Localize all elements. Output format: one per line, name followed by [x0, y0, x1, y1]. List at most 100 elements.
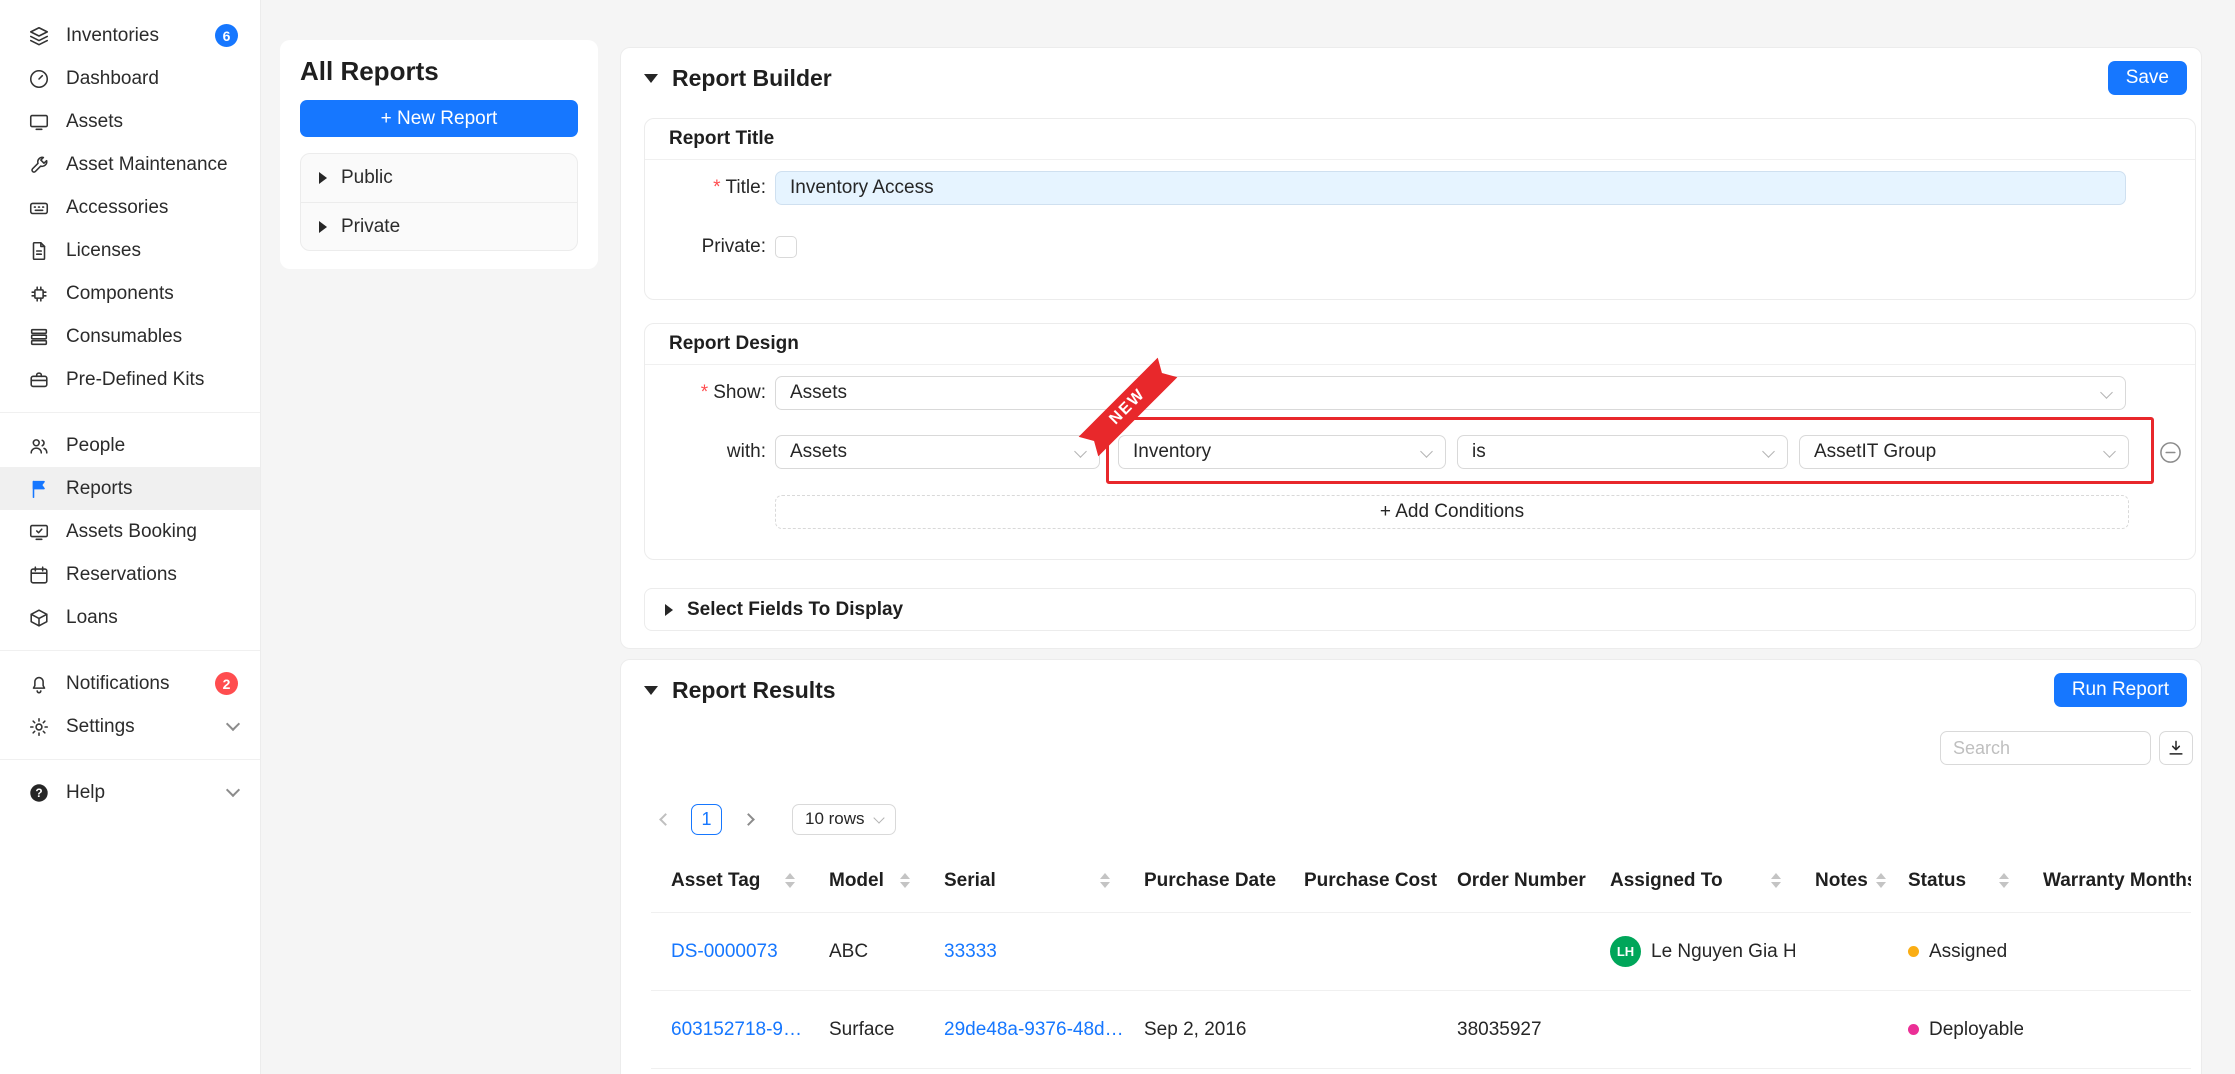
chevron-left-icon [659, 813, 672, 826]
column-header-asset-tag[interactable]: Asset Tag [651, 849, 809, 912]
caret-right-icon [319, 221, 327, 233]
app-window: Inventories 6 Dashboard Assets Asset Mai… [0, 0, 2235, 1074]
chevron-down-icon [2103, 445, 2116, 458]
private-reports-group[interactable]: Private [301, 202, 577, 250]
purchase-date-cell: Sep 2, 2016 [1124, 991, 1284, 1068]
keyboard-icon [28, 197, 50, 219]
sidebar-item-label: Reservations [66, 564, 177, 586]
page-number-button[interactable]: 1 [691, 804, 722, 835]
show-select[interactable]: Assets [775, 376, 2126, 410]
all-reports-panel: All Reports + New Report Public Private [280, 40, 598, 269]
new-report-button[interactable]: + New Report [300, 100, 578, 137]
save-button[interactable]: Save [2108, 61, 2187, 95]
download-button[interactable] [2159, 731, 2193, 765]
search-input[interactable] [1940, 731, 2151, 765]
add-conditions-button[interactable]: + Add Conditions [775, 495, 2129, 529]
sidebar-item-consumables[interactable]: Consumables [0, 315, 260, 358]
sidebar-item-label: Reports [66, 478, 133, 500]
column-header-status[interactable]: Status [1888, 849, 2023, 912]
sidebar-item-settings[interactable]: Settings [0, 705, 260, 748]
serial-link[interactable]: 29de48a-9376-48dc-... [944, 1019, 1124, 1041]
private-checkbox[interactable] [775, 236, 797, 258]
column-label: Serial [944, 870, 996, 892]
asset-tag-link[interactable]: DS-0000073 [671, 941, 778, 963]
required-mark: * [713, 177, 720, 199]
asset-tag-link[interactable]: 603152718-9123 [671, 1019, 809, 1041]
run-report-button[interactable]: Run Report [2054, 673, 2187, 707]
remove-condition-button[interactable] [2159, 441, 2182, 464]
sidebar-item-label: Loans [66, 607, 118, 629]
status-label: Deployable [1929, 1019, 2023, 1041]
svg-text:?: ? [35, 785, 42, 799]
serial-link[interactable]: 33333 [944, 941, 997, 963]
order-number-cell: 38035927 [1437, 991, 1590, 1068]
column-header-order-number[interactable]: Order Number [1437, 849, 1590, 912]
sort-icon[interactable] [1771, 873, 1781, 888]
public-reports-group[interactable]: Public [301, 154, 577, 202]
column-header-assigned-to[interactable]: Assigned To [1590, 849, 1795, 912]
sidebar-item-people[interactable]: People [0, 424, 260, 467]
sort-icon[interactable] [900, 873, 910, 888]
title-label: * Title: [645, 171, 766, 205]
show-label: * Show: [645, 376, 766, 410]
sidebar-item-reports[interactable]: Reports [0, 467, 260, 510]
flag-icon [28, 478, 50, 500]
condition-field-select[interactable]: Inventory [1118, 435, 1446, 469]
collapse-caret-icon [644, 686, 658, 695]
collapse-caret-icon [644, 74, 658, 83]
column-header-purchase-cost[interactable]: Purchase Cost [1284, 849, 1437, 912]
sidebar-item-assets-booking[interactable]: Assets Booking [0, 510, 260, 553]
sidebar-item-reservations[interactable]: Reservations [0, 553, 260, 596]
purchase-cost-cell [1284, 913, 1437, 990]
chevron-down-icon [2100, 386, 2113, 399]
condition-operator-select[interactable]: is [1457, 435, 1788, 469]
sidebar-item-components[interactable]: Components [0, 272, 260, 315]
sidebar-item-accessories[interactable]: Accessories [0, 186, 260, 229]
sidebar-item-asset-maintenance[interactable]: Asset Maintenance [0, 143, 260, 186]
assets-icon [28, 111, 50, 133]
column-header-warranty-months[interactable]: Warranty Months [2023, 849, 2191, 912]
report-builder-header[interactable]: Report Builder Save [621, 48, 2201, 108]
report-groups: Public Private [300, 153, 578, 251]
sidebar-item-notifications[interactable]: Notifications 2 [0, 662, 260, 705]
sort-icon[interactable] [1876, 873, 1886, 888]
rows-per-page-select[interactable]: 10 rows [792, 804, 896, 835]
purchase-cost-cell [1284, 991, 1437, 1068]
next-page-button[interactable] [734, 805, 762, 833]
with-entity-select[interactable]: Assets [775, 435, 1100, 469]
sidebar-item-help[interactable]: ? Help [0, 771, 260, 814]
divider [645, 159, 2195, 160]
condition-value-select[interactable]: AssetIT Group [1799, 435, 2129, 469]
sidebar-item-licenses[interactable]: Licenses [0, 229, 260, 272]
status-dot [1908, 1024, 1919, 1035]
select-fields-toggle[interactable]: Select Fields To Display [644, 588, 2196, 631]
title-input[interactable] [775, 171, 2126, 205]
report-title-section: Report Title * Title: Private: [644, 118, 2196, 300]
table-row: 603152718-9123 Surface 29de48a-9376-48dc… [651, 991, 2191, 1069]
model-cell: ABC [809, 913, 924, 990]
column-header-serial[interactable]: Serial [924, 849, 1124, 912]
sidebar-item-pre-defined-kits[interactable]: Pre-Defined Kits [0, 358, 260, 401]
status-label: Assigned [1929, 941, 2007, 963]
bell-icon [28, 673, 50, 695]
order-number-cell [1437, 913, 1590, 990]
sidebar-item-inventories[interactable]: Inventories 6 [0, 14, 260, 57]
status-cell: Assigned [1888, 913, 2023, 990]
column-header-model[interactable]: Model [809, 849, 924, 912]
report-builder-title: Report Builder [672, 65, 832, 92]
report-results-header[interactable]: Report Results Run Report [621, 660, 2201, 720]
sidebar-item-loans[interactable]: Loans [0, 596, 260, 639]
sidebar-item-label: Asset Maintenance [66, 154, 228, 176]
sort-icon[interactable] [1100, 873, 1110, 888]
sidebar-item-dashboard[interactable]: Dashboard [0, 57, 260, 100]
condition-operator-value: is [1472, 441, 1486, 463]
inventories-badge: 6 [215, 24, 238, 47]
sidebar-item-assets[interactable]: Assets [0, 100, 260, 143]
divider [0, 650, 260, 651]
column-header-notes[interactable]: Notes [1795, 849, 1888, 912]
column-header-purchase-date[interactable]: Purchase Date [1124, 849, 1284, 912]
sort-icon[interactable] [1999, 873, 2009, 888]
previous-page-button[interactable] [651, 805, 679, 833]
sort-icon[interactable] [785, 873, 795, 888]
sidebar-item-label: Consumables [66, 326, 182, 348]
